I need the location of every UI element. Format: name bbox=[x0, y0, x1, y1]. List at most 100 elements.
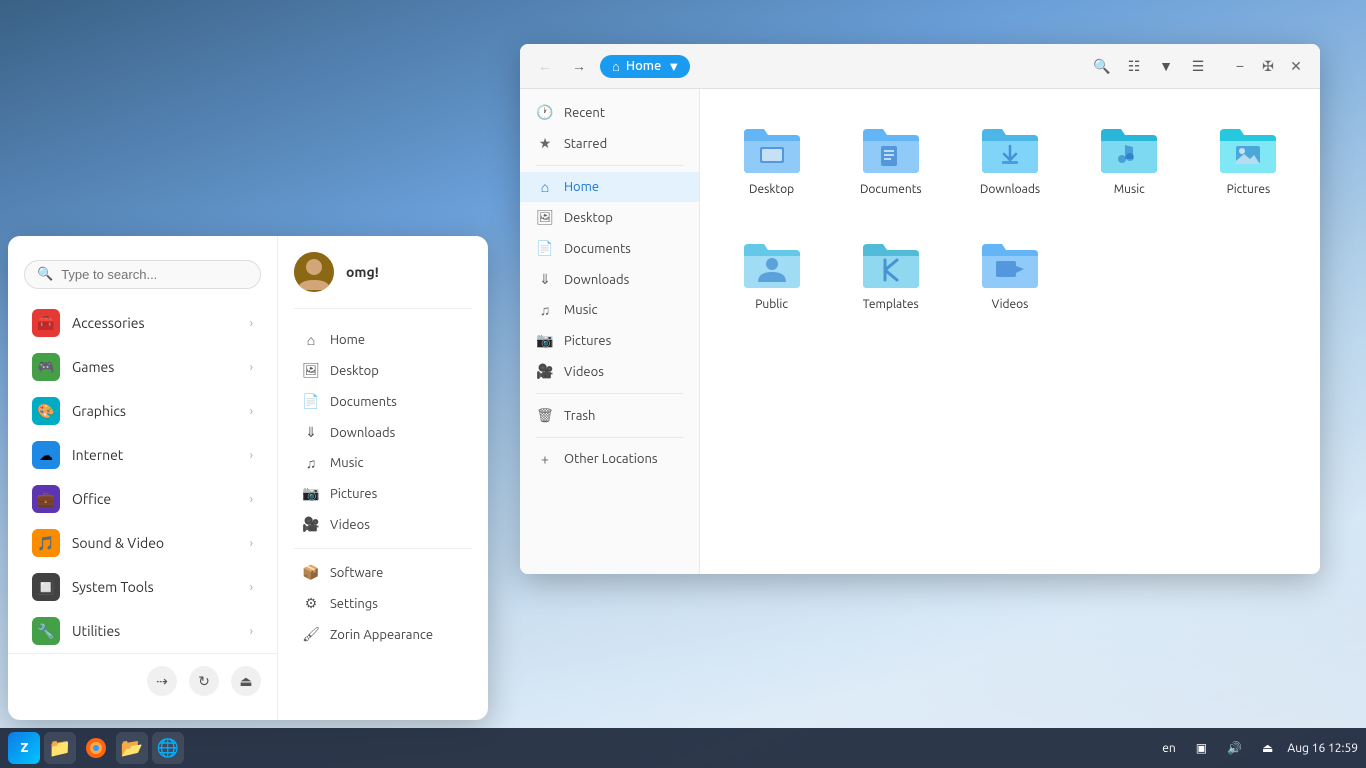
menu-item-games[interactable]: 🎮 Games › bbox=[16, 345, 269, 389]
pictures-quick-icon: 📷 bbox=[302, 485, 320, 502]
games-icon: 🎮 bbox=[32, 353, 60, 381]
quicklink-downloads[interactable]: ⇓ Downloads bbox=[294, 417, 472, 448]
quicklink-settings[interactable]: ⚙ Settings bbox=[294, 588, 472, 619]
games-label: Games bbox=[72, 359, 250, 375]
quicklink-desktop[interactable]: 🖼 Desktop bbox=[294, 355, 472, 386]
app-menu: 🔍 🧰 Accessories › 🎮 Games › 🎨 Graphics › bbox=[8, 236, 488, 720]
fm-sidebar-music[interactable]: ♫ Music bbox=[520, 295, 699, 325]
downloads-folder-icon bbox=[978, 121, 1042, 177]
taskbar-volume-button[interactable]: 🔊 bbox=[1221, 739, 1248, 757]
fm-sidebar-desktop-label: Desktop bbox=[564, 211, 613, 225]
internet-icon: ☁ bbox=[32, 441, 60, 469]
fm-folder-pictures[interactable]: Pictures bbox=[1197, 109, 1300, 208]
system-tools-icon: 🔲 bbox=[32, 573, 60, 601]
taskbar-display-button[interactable]: ▣ bbox=[1190, 739, 1213, 757]
pictures-sidebar-icon: 📷 bbox=[536, 332, 554, 349]
desktop-quick-label: Desktop bbox=[330, 364, 379, 378]
right-divider bbox=[294, 548, 472, 549]
user-avatar bbox=[294, 252, 334, 292]
menu-item-internet[interactable]: ☁ Internet › bbox=[16, 433, 269, 477]
music-quick-icon: ♫ bbox=[302, 455, 320, 471]
logout-button[interactable]: ⇢ bbox=[147, 666, 177, 696]
pictures-folder-label: Pictures bbox=[1227, 183, 1271, 196]
fm-minimize-button[interactable]: − bbox=[1228, 54, 1252, 78]
fm-sidebar-starred[interactable]: ★ Starred bbox=[520, 128, 699, 159]
fm-sidebar-desktop[interactable]: 🖼 Desktop bbox=[520, 202, 699, 233]
documents-folder-label: Documents bbox=[860, 183, 922, 196]
fm-folder-public[interactable]: Public bbox=[720, 224, 823, 323]
fm-sort-button[interactable]: ▼ bbox=[1152, 52, 1180, 80]
fm-sidebar-videos[interactable]: 🎥 Videos bbox=[520, 356, 699, 387]
menu-item-accessories[interactable]: 🧰 Accessories › bbox=[16, 301, 269, 345]
fm-view-toggle-button[interactable]: ☷ bbox=[1120, 52, 1148, 80]
taskbar-files-icon[interactable]: 📁 bbox=[44, 732, 76, 764]
quicklink-software[interactable]: 📦 Software bbox=[294, 557, 472, 588]
public-folder-label: Public bbox=[755, 298, 788, 311]
menu-item-graphics[interactable]: 🎨 Graphics › bbox=[16, 389, 269, 433]
fm-sidebar-documents[interactable]: 📄 Documents bbox=[520, 233, 699, 264]
utilities-label: Utilities bbox=[72, 623, 250, 639]
fm-menu-button[interactable]: ☰ bbox=[1184, 52, 1212, 80]
quicklink-music[interactable]: ♫ Music bbox=[294, 448, 472, 478]
music-sidebar-icon: ♫ bbox=[536, 302, 554, 318]
fm-search-button[interactable]: 🔍 bbox=[1088, 52, 1116, 80]
other-locations-icon: + bbox=[536, 451, 554, 467]
desktop-sidebar-icon: 🖼 bbox=[536, 209, 554, 226]
taskbar: Z 📁 📂 🌐 en ▣ 🔊 ⏏ Aug 16 12:59 bbox=[0, 728, 1366, 768]
taskbar-browser-icon[interactable]: 🌐 bbox=[152, 732, 184, 764]
power-button[interactable]: ⏏ bbox=[231, 666, 261, 696]
public-folder-icon bbox=[740, 236, 804, 292]
fm-folder-templates[interactable]: Templates bbox=[839, 224, 942, 323]
office-icon: 💼 bbox=[32, 485, 60, 513]
taskbar-right: en ▣ 🔊 ⏏ Aug 16 12:59 bbox=[1156, 739, 1358, 757]
fm-sidebar-recent[interactable]: 🕐 Recent bbox=[520, 97, 699, 128]
software-icon: 📦 bbox=[302, 564, 320, 581]
quicklink-pictures[interactable]: 📷 Pictures bbox=[294, 478, 472, 509]
lang-label: en bbox=[1162, 742, 1175, 755]
zorin-menu-button[interactable]: Z bbox=[8, 732, 40, 764]
videos-quick-icon: 🎥 bbox=[302, 516, 320, 533]
app-menu-left: 🔍 🧰 Accessories › 🎮 Games › 🎨 Graphics › bbox=[8, 236, 278, 720]
desktop-folder-label: Desktop bbox=[749, 183, 794, 196]
fm-folder-videos[interactable]: Videos bbox=[958, 224, 1061, 323]
menu-item-sound-video[interactable]: 🎵 Sound & Video › bbox=[16, 521, 269, 565]
fm-folder-downloads[interactable]: Downloads bbox=[958, 109, 1061, 208]
fm-sidebar-music-label: Music bbox=[564, 303, 598, 317]
fm-back-button[interactable]: ← bbox=[532, 53, 558, 79]
quicklink-zorin-appearance[interactable]: 🖌 Zorin Appearance bbox=[294, 619, 472, 650]
quicklink-documents[interactable]: 📄 Documents bbox=[294, 386, 472, 417]
music-quick-label: Music bbox=[330, 456, 364, 470]
fm-sidebar-other-locations[interactable]: + Other Locations bbox=[520, 444, 699, 474]
fm-sidebar-trash[interactable]: 🗑 Trash bbox=[520, 400, 699, 431]
fm-forward-button[interactable]: → bbox=[566, 53, 592, 79]
menu-item-office[interactable]: 💼 Office › bbox=[16, 477, 269, 521]
utilities-arrow-icon: › bbox=[250, 625, 253, 638]
fm-maximize-button[interactable]: ✠ bbox=[1256, 54, 1280, 78]
quicklink-videos[interactable]: 🎥 Videos bbox=[294, 509, 472, 540]
app-menu-search-bar: 🔍 bbox=[24, 260, 261, 289]
zorin-appearance-icon: 🖌 bbox=[302, 626, 320, 643]
quicklink-home[interactable]: ⌂ Home bbox=[294, 325, 472, 355]
home-sidebar-icon: ⌂ bbox=[536, 179, 554, 195]
fm-sidebar-pictures[interactable]: 📷 Pictures bbox=[520, 325, 699, 356]
fm-close-button[interactable]: ✕ bbox=[1284, 54, 1308, 78]
taskbar-filemanager-icon[interactable]: 📂 bbox=[116, 732, 148, 764]
taskbar-firefox-icon[interactable] bbox=[80, 732, 112, 764]
menu-item-utilities[interactable]: 🔧 Utilities › bbox=[16, 609, 269, 653]
trash-sidebar-icon: 🗑 bbox=[536, 407, 554, 424]
search-input[interactable] bbox=[61, 267, 248, 282]
fm-location-bar[interactable]: ⌂ Home ▼ bbox=[600, 55, 690, 78]
utilities-icon: 🔧 bbox=[32, 617, 60, 645]
fm-sidebar-home-label: Home bbox=[564, 180, 599, 194]
fm-sidebar-home[interactable]: ⌂ Home bbox=[520, 172, 699, 202]
pictures-folder-icon bbox=[1216, 121, 1280, 177]
graphics-label: Graphics bbox=[72, 403, 250, 419]
refresh-button[interactable]: ↻ bbox=[189, 666, 219, 696]
fm-sidebar-downloads[interactable]: ⇓ Downloads bbox=[520, 264, 699, 295]
file-manager-window: ← → ⌂ Home ▼ 🔍 ☷ ▼ ☰ − ✠ ✕ 🕐 Recent ★ bbox=[520, 44, 1320, 574]
fm-folder-desktop[interactable]: Desktop bbox=[720, 109, 823, 208]
taskbar-power-button[interactable]: ⏏ bbox=[1256, 739, 1279, 757]
fm-folder-music[interactable]: Music bbox=[1078, 109, 1181, 208]
menu-item-system-tools[interactable]: 🔲 System Tools › bbox=[16, 565, 269, 609]
fm-folder-documents[interactable]: Documents bbox=[839, 109, 942, 208]
